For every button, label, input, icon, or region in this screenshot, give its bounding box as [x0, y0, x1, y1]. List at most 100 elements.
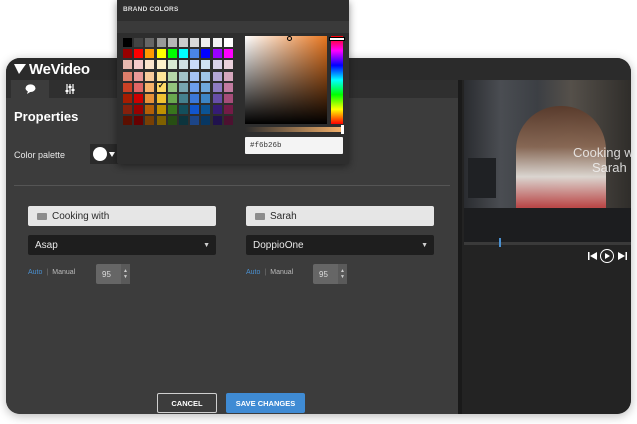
text-field-2[interactable]: Sarah: [246, 206, 434, 226]
color-swatch[interactable]: [179, 82, 188, 92]
color-swatch[interactable]: [134, 82, 144, 92]
hue-slider-handle[interactable]: [330, 38, 344, 40]
panel-resize-handle[interactable]: [458, 80, 462, 414]
color-swatch[interactable]: [201, 94, 211, 103]
timeline-scrubber[interactable]: [464, 242, 631, 245]
color-swatch[interactable]: [212, 105, 222, 115]
opacity-slider-handle[interactable]: [341, 125, 344, 134]
color-swatch[interactable]: [167, 60, 177, 70]
color-swatch[interactable]: [212, 82, 222, 92]
color-swatch[interactable]: [145, 49, 155, 59]
color-swatch[interactable]: [212, 38, 222, 47]
color-swatch[interactable]: [167, 116, 177, 126]
color-swatch[interactable]: [190, 116, 200, 126]
color-swatch[interactable]: [145, 94, 155, 103]
font-select-1[interactable]: Asap ▼: [28, 235, 216, 255]
color-swatch[interactable]: [145, 82, 155, 92]
color-swatch[interactable]: [134, 38, 144, 47]
color-swatch[interactable]: [201, 71, 211, 81]
skip-next-button[interactable]: [616, 248, 628, 264]
color-swatch[interactable]: [190, 82, 200, 92]
color-swatch[interactable]: [156, 116, 166, 126]
color-swatch[interactable]: [212, 71, 222, 81]
color-swatch[interactable]: [123, 49, 132, 59]
color-swatch[interactable]: [201, 82, 211, 92]
color-swatch[interactable]: [167, 49, 177, 59]
color-swatch[interactable]: [223, 82, 233, 92]
color-swatch[interactable]: [223, 60, 233, 70]
color-swatch[interactable]: [212, 116, 222, 126]
color-swatch[interactable]: [145, 71, 155, 81]
color-swatch[interactable]: [201, 38, 211, 47]
color-swatch[interactable]: [134, 49, 144, 59]
color-swatch[interactable]: [179, 49, 188, 59]
color-swatch[interactable]: [190, 94, 200, 103]
color-swatch[interactable]: [156, 60, 166, 70]
color-swatch[interactable]: [179, 116, 188, 126]
cancel-button[interactable]: CANCEL: [157, 393, 217, 413]
color-swatch[interactable]: [145, 38, 155, 47]
saturation-value-picker[interactable]: [245, 36, 327, 124]
color-swatch[interactable]: ✓: [155, 80, 167, 93]
color-swatch[interactable]: [123, 82, 132, 92]
color-swatch[interactable]: [134, 94, 144, 103]
size-mode-manual-1[interactable]: Manual: [52, 269, 75, 276]
color-swatch[interactable]: [145, 116, 155, 126]
color-swatch[interactable]: [201, 116, 211, 126]
color-swatch[interactable]: [134, 71, 144, 81]
opacity-slider[interactable]: [245, 127, 343, 132]
color-swatch[interactable]: [179, 71, 188, 81]
color-swatch[interactable]: [156, 49, 166, 59]
color-swatch[interactable]: [134, 105, 144, 115]
size-stepper-2[interactable]: 95 ▲ ▼: [313, 264, 347, 284]
color-swatch[interactable]: [156, 105, 166, 115]
color-swatch[interactable]: [123, 94, 132, 103]
stepper-arrows-icon[interactable]: ▲ ▼: [121, 264, 130, 284]
video-preview[interactable]: Cooking w Sarah: [464, 80, 631, 242]
color-swatch[interactable]: [167, 71, 177, 81]
hex-input[interactable]: #f6b26b: [245, 137, 343, 154]
color-swatch[interactable]: [123, 116, 132, 126]
size-mode-auto-2[interactable]: Auto: [246, 269, 260, 276]
color-swatch[interactable]: [212, 49, 222, 59]
text-field-1[interactable]: Cooking with: [28, 206, 216, 226]
color-swatch[interactable]: [123, 38, 132, 47]
color-swatch[interactable]: [190, 49, 200, 59]
color-swatch[interactable]: [156, 94, 166, 103]
playhead[interactable]: [499, 238, 501, 247]
color-swatch[interactable]: [156, 38, 166, 47]
tab-properties[interactable]: [11, 80, 49, 98]
color-swatch[interactable]: [212, 94, 222, 103]
save-changes-button[interactable]: SAVE CHANGES: [226, 393, 305, 413]
color-swatch[interactable]: [223, 49, 233, 59]
color-swatch[interactable]: [223, 94, 233, 103]
color-swatch[interactable]: [134, 60, 144, 70]
size-mode-auto-1[interactable]: Auto: [28, 269, 42, 276]
color-swatch[interactable]: [201, 105, 211, 115]
color-swatch[interactable]: [190, 38, 200, 47]
color-swatch[interactable]: [179, 38, 188, 47]
color-swatch[interactable]: [123, 105, 132, 115]
color-swatch[interactable]: [167, 105, 177, 115]
color-swatch[interactable]: [179, 60, 188, 70]
stepper-arrows-icon[interactable]: ▲ ▼: [338, 264, 347, 284]
color-swatch[interactable]: [145, 60, 155, 70]
color-swatch[interactable]: [223, 105, 233, 115]
color-swatch[interactable]: [179, 105, 188, 115]
color-swatch[interactable]: [201, 60, 211, 70]
tab-adjust[interactable]: [51, 80, 89, 98]
color-swatch[interactable]: [201, 49, 211, 59]
color-swatch[interactable]: [223, 71, 233, 81]
color-palette-dropdown[interactable]: [90, 144, 120, 164]
color-swatch[interactable]: [167, 82, 177, 92]
color-swatch[interactable]: [123, 71, 132, 81]
color-swatch[interactable]: [190, 60, 200, 70]
color-swatch[interactable]: [179, 94, 188, 103]
play-button[interactable]: [600, 249, 614, 263]
color-swatch[interactable]: [190, 105, 200, 115]
size-stepper-1[interactable]: 95 ▲ ▼: [96, 264, 130, 284]
color-swatch[interactable]: [145, 105, 155, 115]
color-swatch[interactable]: [167, 94, 177, 103]
skip-previous-button[interactable]: [586, 248, 598, 264]
size-mode-manual-2[interactable]: Manual: [270, 269, 293, 276]
